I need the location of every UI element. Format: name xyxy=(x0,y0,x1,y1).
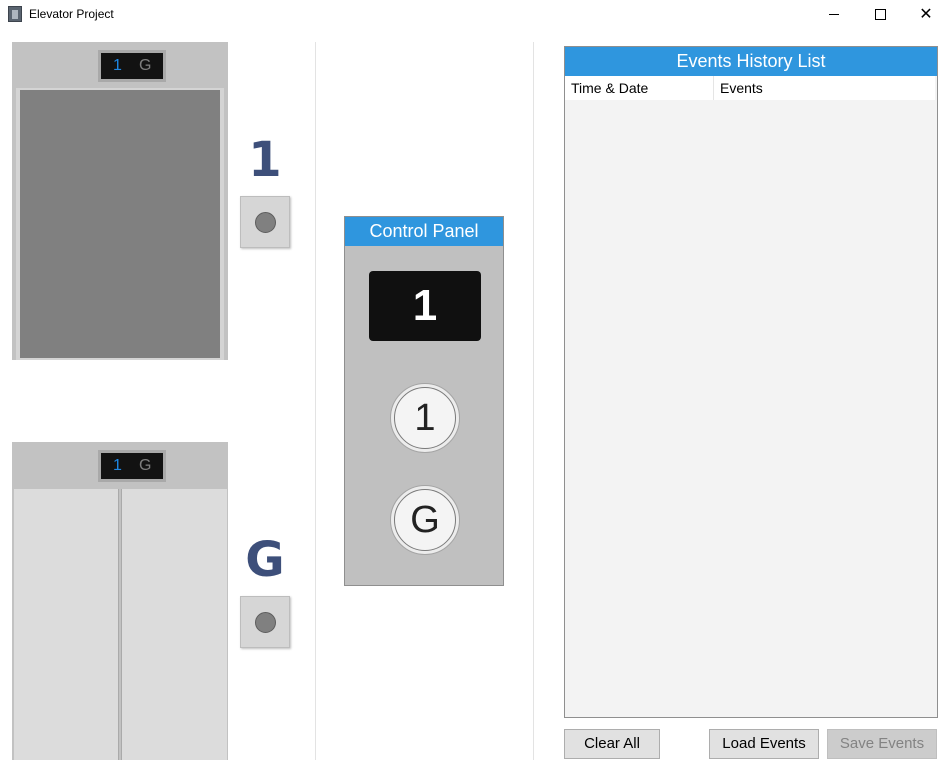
close-button[interactable]: ✕ xyxy=(903,0,949,30)
floor-indicator-display: 1 G xyxy=(101,53,163,79)
indicator-floor-1: 1 xyxy=(113,57,122,74)
maximize-button[interactable] xyxy=(857,0,903,30)
indicator-floor-1: 1 xyxy=(113,457,122,474)
floor-label-g: G xyxy=(245,532,285,588)
save-events-button[interactable]: Save Events xyxy=(827,729,937,759)
floor-indicator-display: 1 G xyxy=(101,453,163,479)
control-panel-display: 1 xyxy=(369,271,481,341)
column-header-events[interactable]: Events xyxy=(714,76,935,100)
indicator-floor-g: G xyxy=(139,57,152,74)
floor-1-button[interactable]: 1 xyxy=(390,383,460,453)
maximize-icon xyxy=(874,9,886,21)
divider-left xyxy=(315,42,316,760)
call-button-floor-1[interactable] xyxy=(240,196,290,248)
elevator-app-icon xyxy=(8,6,22,22)
divider-right xyxy=(533,42,534,760)
floor-g-button-label: G xyxy=(394,489,456,551)
floor-1-button-label: 1 xyxy=(394,387,456,449)
minimize-icon xyxy=(829,14,839,16)
events-history-title: Events History List xyxy=(565,47,937,76)
title-bar: Elevator Project ✕ xyxy=(0,0,949,30)
events-table-header: Time & Date Events xyxy=(565,76,935,100)
call-button-floor-g[interactable] xyxy=(240,596,290,648)
elevator-door-right xyxy=(121,489,227,760)
floor-indicator: 1 G xyxy=(98,50,166,82)
elevator-door-left xyxy=(14,489,119,760)
indicator-floor-g: G xyxy=(139,457,152,474)
window-title: Elevator Project xyxy=(29,7,114,21)
control-panel-title: Control Panel xyxy=(345,217,503,246)
elevator-floor-1: 1 G xyxy=(12,42,228,360)
elevator-door-frame xyxy=(16,88,224,360)
clear-all-button[interactable]: Clear All xyxy=(564,729,660,759)
elevator-door xyxy=(20,90,220,358)
control-panel: Control Panel 1 1 G xyxy=(344,216,504,586)
minimize-button[interactable] xyxy=(811,0,857,30)
elevator-floor-g: 1 G xyxy=(12,442,228,760)
call-button-indicator-icon xyxy=(255,612,276,633)
call-button-indicator-icon xyxy=(255,212,276,233)
floor-indicator: 1 G xyxy=(98,450,166,482)
column-header-time-date[interactable]: Time & Date xyxy=(565,76,714,100)
events-history-panel: Events History List Time & Date Events xyxy=(564,46,938,718)
close-icon: ✕ xyxy=(919,6,933,23)
load-events-button[interactable]: Load Events xyxy=(709,729,819,759)
floor-g-button[interactable]: G xyxy=(390,485,460,555)
floor-label-1: 1 xyxy=(248,132,282,188)
